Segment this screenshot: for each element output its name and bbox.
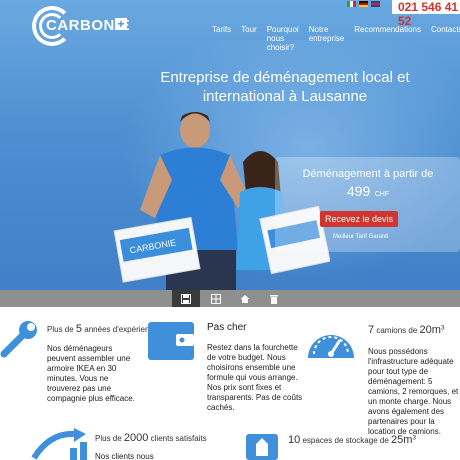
en-flag-icon[interactable] bbox=[371, 1, 380, 7]
nav-item-tour[interactable]: Tour bbox=[241, 25, 257, 52]
experience-text: Nos déménageurs peuvent assembler une ar… bbox=[47, 344, 135, 403]
gauge-icon bbox=[308, 335, 354, 358]
clients-suffix: clients satisfaits bbox=[150, 434, 207, 443]
chart-icon bbox=[31, 428, 87, 460]
experience-number: 5 bbox=[75, 323, 83, 335]
price-amount: 499 bbox=[346, 183, 371, 199]
storage-volume-sup: 3 bbox=[412, 434, 417, 442]
cheap-text: Restez dans la fourchette de votre budge… bbox=[207, 343, 303, 412]
price-row: 499 CHF bbox=[278, 183, 458, 201]
nav-item-recommendations[interactable]: Recommendations bbox=[354, 25, 421, 52]
de-flag-icon[interactable] bbox=[359, 1, 368, 7]
cheap-title: Pas cher bbox=[207, 322, 247, 333]
get-quote-button[interactable]: Recevez le devis bbox=[320, 211, 398, 227]
experience-label: Plus de 5 années d'expérience bbox=[47, 323, 158, 335]
storage-mid: espaces de stockage de bbox=[302, 436, 389, 445]
logo[interactable]: CARBONIE + bbox=[32, 6, 130, 46]
trucks-label: 7 camions de 20m3 bbox=[368, 324, 445, 336]
guarantee-text: Meilleur Tarif Garanti bbox=[333, 234, 389, 240]
storage-icon bbox=[246, 434, 278, 460]
nav-item-company[interactable]: Notre entreprise bbox=[309, 25, 345, 52]
price-title: Déménagement à partir de bbox=[302, 168, 434, 180]
wrench-icon bbox=[0, 321, 37, 358]
nav-item-contacts[interactable]: Contacts bbox=[431, 25, 460, 52]
trucks-volume-sup: 3 bbox=[440, 324, 445, 332]
it-flag-icon[interactable] bbox=[347, 1, 356, 7]
clients-number: 2000 bbox=[123, 432, 149, 444]
trash-icon[interactable] bbox=[260, 290, 288, 307]
trucks-number: 7 bbox=[368, 324, 375, 336]
nav-item-why[interactable]: Pourquoi nous choisir? bbox=[267, 25, 299, 52]
save-icon[interactable] bbox=[172, 290, 200, 307]
clients-label: Plus de 2000 clients satisfaits bbox=[95, 432, 207, 444]
wallet-icon bbox=[148, 322, 194, 360]
bottom-toolbar bbox=[0, 290, 460, 307]
price-currency: CHF bbox=[374, 191, 390, 198]
storage-volume: 25m bbox=[391, 434, 413, 446]
trucks-text: Nous possédons l'infrastructure adéquate… bbox=[368, 347, 459, 436]
language-switcher bbox=[347, 1, 380, 7]
storage-number: 10 bbox=[288, 434, 301, 446]
grid-icon[interactable] bbox=[202, 290, 230, 307]
home-icon[interactable] bbox=[231, 290, 259, 307]
experience-prefix: Plus de bbox=[47, 325, 74, 334]
logo-plus: + bbox=[115, 18, 127, 30]
clients-prefix: Plus de bbox=[95, 434, 122, 443]
storage-label: 10 espaces de stockage de 25m3 bbox=[288, 434, 416, 446]
nav-item-tarifs[interactable]: Tarifs bbox=[212, 25, 231, 52]
trucks-mid: camions de bbox=[376, 326, 418, 335]
phone-number[interactable]: 021 546 41 52 bbox=[398, 0, 460, 28]
main-nav: Tarifs Tour Pourquoi nous choisir? Notre… bbox=[212, 25, 460, 52]
trucks-volume: 20m bbox=[419, 324, 441, 336]
clients-text: Nos clients nous bbox=[95, 452, 154, 460]
